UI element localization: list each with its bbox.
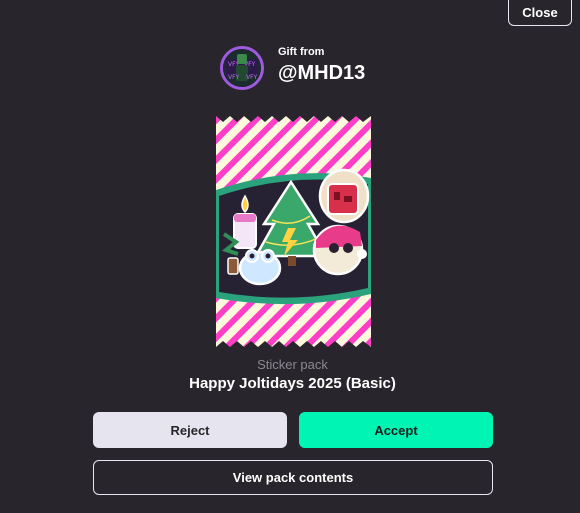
avatar: VFY VFY VFY VFY — [220, 46, 264, 90]
gift-sender: VFY VFY VFY VFY Gift from @MHD13 — [220, 46, 365, 90]
close-button[interactable]: Close — [508, 0, 572, 26]
reject-button[interactable]: Reject — [93, 412, 287, 448]
pack-name: Happy Joltidays 2025 (Basic) — [189, 375, 396, 392]
gift-from-label: Gift from — [278, 46, 325, 58]
pack-type-label: Sticker pack — [257, 357, 328, 372]
sticker-pack-image — [216, 116, 371, 347]
sender-username[interactable]: @MHD13 — [278, 61, 365, 85]
svg-text:VFY: VFY — [246, 74, 258, 81]
svg-text:VFY: VFY — [228, 74, 240, 81]
view-pack-contents-button[interactable]: View pack contents — [93, 460, 493, 495]
avatar-image: VFY VFY VFY VFY — [223, 49, 261, 87]
accept-button[interactable]: Accept — [299, 412, 493, 448]
